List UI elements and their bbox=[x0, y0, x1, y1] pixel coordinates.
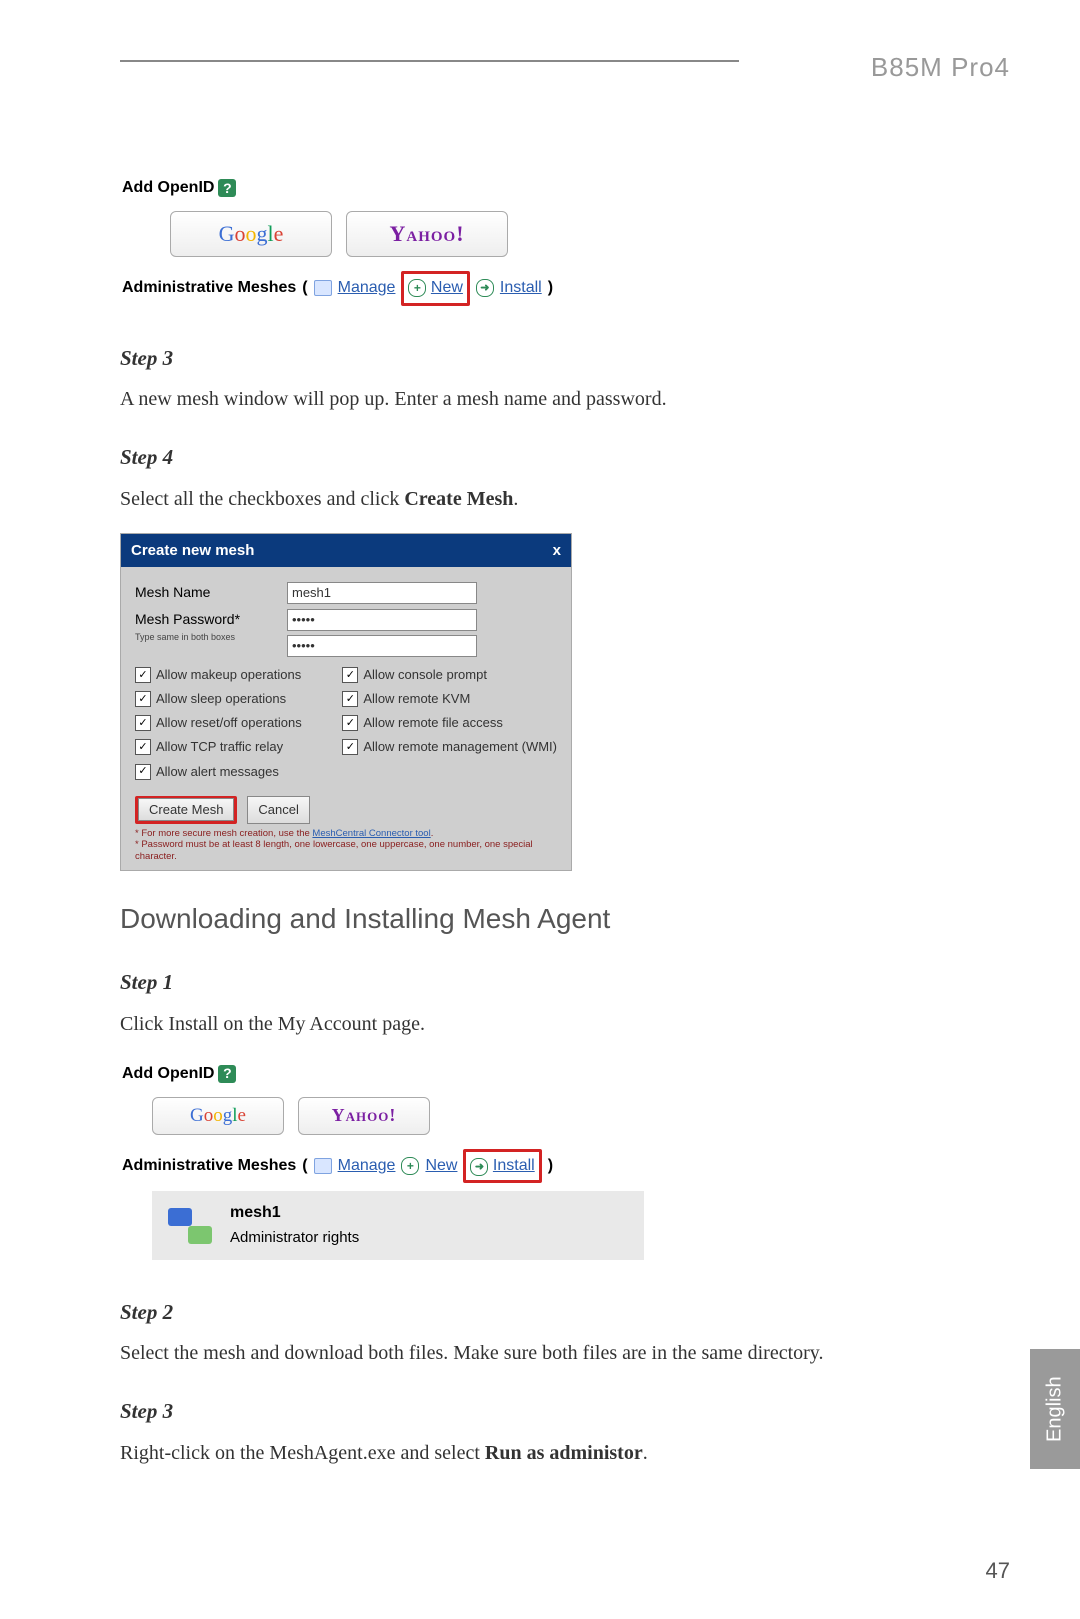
language-side-tab: English bbox=[1030, 1349, 1080, 1469]
step-4-text: Select all the checkboxes and click Crea… bbox=[120, 484, 980, 515]
account-screenshot-new: Add OpenID ? Google Yahoo! Administrativ… bbox=[120, 172, 980, 316]
step-2b-label: Step 2 bbox=[120, 1296, 980, 1329]
mesh-list-item[interactable]: mesh1 Administrator rights bbox=[152, 1191, 644, 1259]
dialog-title: Create new mesh bbox=[131, 539, 254, 562]
admin-meshes-label: Administrative Meshes bbox=[122, 1154, 296, 1179]
plus-icon: + bbox=[408, 279, 426, 297]
manage-icon bbox=[314, 1158, 332, 1174]
account-screenshot-install: Add OpenID ? Google Yahoo! Administrativ… bbox=[120, 1058, 980, 1270]
step-3a-label: Step 3 bbox=[120, 342, 980, 375]
mesh-password-input-1[interactable]: ••••• bbox=[287, 609, 477, 631]
checkbox-makeup[interactable]: ✓ bbox=[135, 667, 151, 683]
cb-label: Allow reset/off operations bbox=[156, 713, 302, 733]
page-number: 47 bbox=[986, 1558, 1010, 1584]
cb-label: Allow remote KVM bbox=[363, 689, 470, 709]
install-link[interactable]: Install bbox=[500, 276, 542, 301]
create-mesh-button[interactable]: Create Mesh bbox=[138, 798, 234, 821]
add-openid-label: Add OpenID bbox=[122, 176, 214, 201]
yahoo-button[interactable]: Yahoo! bbox=[298, 1097, 430, 1135]
cb-label: Allow console prompt bbox=[363, 665, 487, 685]
install-link-highlight: ➜ Install bbox=[463, 1149, 541, 1184]
step-3b-label: Step 3 bbox=[120, 1395, 980, 1428]
cb-label: Allow remote management (WMI) bbox=[363, 737, 557, 757]
checkbox-file[interactable]: ✓ bbox=[342, 715, 358, 731]
create-mesh-dialog: Create new mesh x Mesh Name mesh1 Mesh P… bbox=[120, 533, 572, 871]
mesh-password-hint: Type same in both boxes bbox=[135, 631, 275, 645]
cancel-button[interactable]: Cancel bbox=[247, 796, 309, 824]
new-link-highlight: + New bbox=[401, 271, 469, 306]
step-1b-label: Step 1 bbox=[120, 966, 980, 999]
dialog-footnote-2: * Password must be at least 8 length, on… bbox=[135, 839, 557, 862]
add-openid-label: Add OpenID bbox=[122, 1062, 214, 1087]
checkbox-alert[interactable]: ✓ bbox=[135, 764, 151, 780]
help-icon[interactable]: ? bbox=[218, 1065, 236, 1083]
manage-link[interactable]: Manage bbox=[338, 1154, 396, 1179]
plus-icon: + bbox=[401, 1157, 419, 1175]
checkbox-reset[interactable]: ✓ bbox=[135, 715, 151, 731]
mesh-rights: Administrator rights bbox=[230, 1226, 359, 1249]
checkbox-sleep[interactable]: ✓ bbox=[135, 691, 151, 707]
manage-icon bbox=[314, 280, 332, 296]
checkbox-wmi[interactable]: ✓ bbox=[342, 739, 358, 755]
page-header-product: B85M Pro4 bbox=[871, 52, 1010, 83]
step-3b-text: Right-click on the MeshAgent.exe and sel… bbox=[120, 1438, 980, 1469]
install-icon: ➜ bbox=[470, 1158, 488, 1176]
dialog-footnote-1: * For more secure mesh creation, use the… bbox=[135, 828, 557, 839]
step-4-label: Step 4 bbox=[120, 441, 980, 474]
install-icon: ➜ bbox=[476, 279, 494, 297]
cb-label: Allow alert messages bbox=[156, 762, 279, 782]
google-button[interactable]: Google bbox=[170, 211, 332, 257]
step-1b-text: Click Install on the My Account page. bbox=[120, 1009, 980, 1040]
install-link[interactable]: Install bbox=[493, 1157, 535, 1174]
mesh-name-input[interactable]: mesh1 bbox=[287, 582, 477, 604]
checkbox-kvm[interactable]: ✓ bbox=[342, 691, 358, 707]
manage-link[interactable]: Manage bbox=[338, 276, 396, 301]
mesh-icon bbox=[168, 1208, 212, 1244]
checkbox-console[interactable]: ✓ bbox=[342, 667, 358, 683]
new-link[interactable]: New bbox=[431, 279, 463, 296]
step-3a-text: A new mesh window will pop up. Enter a m… bbox=[120, 384, 980, 415]
mesh-password-label: Mesh Password* bbox=[135, 611, 240, 627]
step-2b-text: Select the mesh and download both files.… bbox=[120, 1338, 980, 1369]
google-button[interactable]: Google bbox=[152, 1097, 284, 1135]
admin-meshes-label: Administrative Meshes bbox=[122, 276, 296, 301]
section-download-install: Downloading and Installing Mesh Agent bbox=[120, 897, 980, 940]
cb-label: Allow TCP traffic relay bbox=[156, 737, 283, 757]
cb-label: Allow remote file access bbox=[363, 713, 502, 733]
close-icon[interactable]: x bbox=[553, 539, 561, 562]
yahoo-button[interactable]: Yahoo! bbox=[346, 211, 508, 257]
checkbox-tcp[interactable]: ✓ bbox=[135, 739, 151, 755]
mesh-password-input-2[interactable]: ••••• bbox=[287, 635, 477, 657]
new-link[interactable]: New bbox=[425, 1154, 457, 1179]
mesh-name: mesh1 bbox=[230, 1201, 359, 1226]
help-icon[interactable]: ? bbox=[218, 179, 236, 197]
connector-tool-link[interactable]: MeshCentral Connector tool bbox=[312, 828, 430, 839]
cb-label: Allow makeup operations bbox=[156, 665, 301, 685]
mesh-name-label: Mesh Name bbox=[135, 582, 275, 604]
cb-label: Allow sleep operations bbox=[156, 689, 286, 709]
